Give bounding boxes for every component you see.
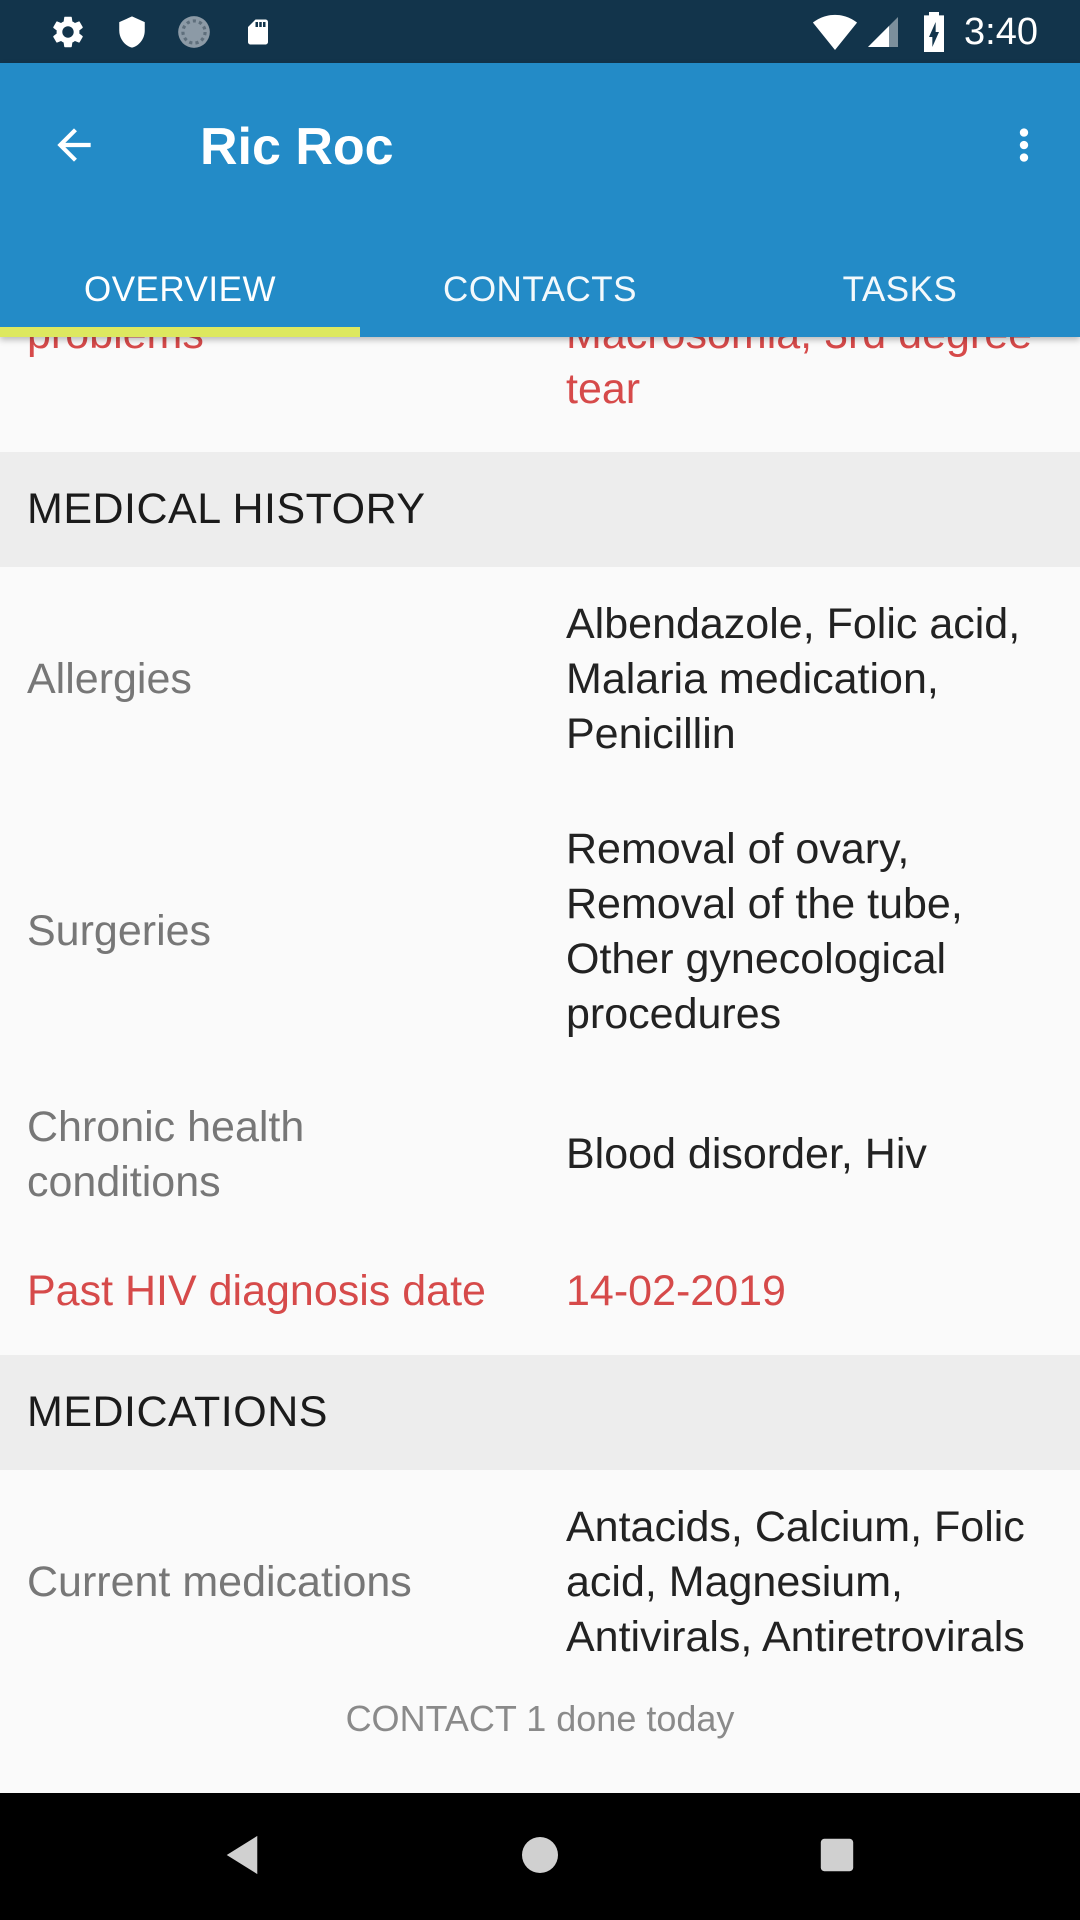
detail-value: Antacids, Calcium, Folic acid, Magnesium…	[566, 1503, 1025, 1661]
detail-label: Allergies	[27, 655, 192, 703]
more-vert-icon	[999, 120, 1049, 174]
detail-row: Current medications Antacids, Calcium, F…	[0, 1470, 1080, 1695]
detail-value: 14-02-2019	[566, 1267, 786, 1315]
square-recents-icon	[819, 1837, 855, 1877]
triangle-back-icon	[222, 1834, 262, 1880]
settings-icon	[48, 14, 88, 50]
detail-row: Past HIV diagnosis date 14-02-2019	[0, 1234, 1080, 1354]
detail-value: Removal of ovary, Removal of the tube, O…	[566, 825, 963, 1038]
detail-row: Surgeries Removal of ovary, Removal of t…	[0, 792, 1080, 1074]
detail-label: Current medications	[27, 1558, 412, 1606]
tab-label: CONTACTS	[443, 270, 637, 309]
detail-label: Chronic health conditions	[27, 1103, 305, 1206]
tab-overview[interactable]: OVERVIEW	[0, 243, 360, 337]
section-header-medical-history: MEDICAL HISTORY	[0, 452, 1080, 567]
arrow-back-icon	[49, 120, 99, 174]
tab-contacts[interactable]: CONTACTS	[360, 243, 720, 337]
app-bar: Ric Roc OVERVIEW CONTACTS TASKS	[0, 63, 1080, 337]
page-title: Ric Roc	[200, 118, 394, 176]
nav-home-button[interactable]	[500, 1821, 580, 1893]
detail-row: problems Macrosomia, 3rd degree tear	[0, 337, 1080, 427]
tab-label: OVERVIEW	[83, 270, 276, 309]
detail-value: Albendazole, Folic acid, Malaria medicat…	[566, 600, 1021, 758]
overview-content[interactable]: problems Macrosomia, 3rd degree tear MED…	[0, 337, 1080, 1793]
back-button[interactable]	[30, 103, 118, 191]
nav-back-button[interactable]	[202, 1821, 282, 1893]
detail-label: Surgeries	[27, 907, 212, 955]
tab-selected-indicator	[0, 327, 360, 337]
tab-tasks[interactable]: TASKS	[720, 243, 1080, 337]
detail-value: Blood disorder, Hiv	[566, 1130, 927, 1178]
overflow-menu-button[interactable]	[980, 103, 1068, 191]
contact-status-note: CONTACT 1 done today	[345, 1698, 735, 1739]
detail-label: Past HIV diagnosis date	[27, 1267, 486, 1315]
tab-label: TASKS	[842, 270, 958, 309]
system-nav-bar	[0, 1793, 1080, 1920]
status-bar: 3:40	[0, 0, 1080, 63]
detail-value: Macrosomia, 3rd degree tear	[566, 337, 1032, 413]
section-title: MEDICATIONS	[27, 1388, 328, 1436]
section-title: MEDICAL HISTORY	[27, 485, 426, 533]
nav-recents-button[interactable]	[797, 1821, 877, 1893]
sd-card-icon	[240, 14, 276, 50]
wifi-icon	[810, 14, 860, 51]
sync-icon	[174, 14, 214, 50]
detail-label: problems	[27, 337, 204, 362]
status-time: 3:40	[964, 11, 1038, 53]
battery-charging-icon	[920, 12, 948, 52]
circle-home-icon	[520, 1835, 560, 1879]
detail-row: Allergies Albendazole, Folic acid, Malar…	[0, 567, 1080, 792]
tab-bar: OVERVIEW CONTACTS TASKS	[0, 243, 1080, 337]
section-header-medications: MEDICATIONS	[0, 1355, 1080, 1470]
detail-row: Chronic health conditions Blood disorder…	[0, 1074, 1080, 1234]
shield-icon	[112, 14, 152, 50]
signal-icon	[864, 14, 902, 50]
